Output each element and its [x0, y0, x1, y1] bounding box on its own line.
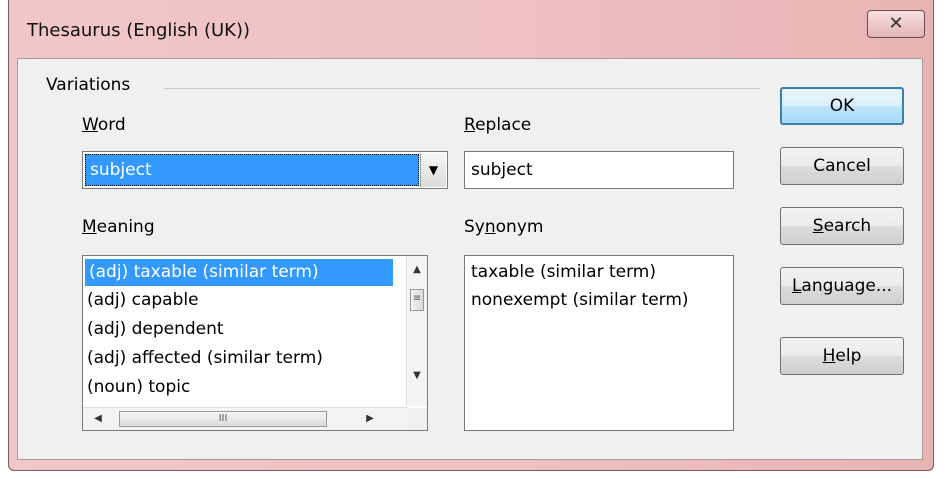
- arrow-down-icon[interactable]: ▼: [407, 370, 427, 381]
- synonym-label-start: Sy: [464, 217, 485, 237]
- language-button[interactable]: Language...: [780, 267, 904, 305]
- ok-button[interactable]: OK: [780, 87, 904, 125]
- synonym-label-rest: onym: [495, 217, 544, 237]
- arrow-up-icon[interactable]: ▲: [407, 264, 427, 275]
- meaning-label-rest: eaning: [96, 217, 155, 237]
- synonym-label: Synonym: [464, 217, 544, 237]
- word-label-rest: ord: [97, 115, 126, 135]
- vertical-scrollbar[interactable]: ▲ ≡ ▼: [406, 256, 427, 406]
- close-icon: ✕: [888, 13, 904, 34]
- synonym-listbox[interactable]: taxable (similar term) nonexempt (simila…: [464, 255, 734, 431]
- window-title: Thesaurus (English (UK)): [27, 20, 250, 41]
- replace-field[interactable]: subject: [464, 151, 734, 189]
- thesaurus-dialog: Thesaurus (English (UK)) ✕ Variations Wo…: [8, 0, 934, 471]
- list-item[interactable]: (adj) capable: [83, 286, 427, 315]
- word-combobox[interactable]: subject ▼: [82, 151, 448, 189]
- vertical-scroll-thumb[interactable]: ≡: [410, 289, 424, 311]
- meaning-listbox[interactable]: (adj) taxable (similar term) (adj) capab…: [82, 255, 428, 431]
- dialog-body: Variations Word subject ▼ Replace subjec…: [17, 58, 923, 460]
- list-item[interactable]: (noun) topic: [83, 373, 427, 402]
- title-bar: Thesaurus (English (UK)) ✕: [9, 0, 933, 60]
- arrow-left-icon[interactable]: ◀: [87, 408, 109, 430]
- arrow-right-icon[interactable]: ▶: [359, 408, 381, 430]
- group-divider: [164, 88, 760, 89]
- word-value[interactable]: subject: [85, 154, 419, 186]
- word-label: Word: [82, 115, 126, 135]
- list-item[interactable]: (adj) taxable (similar term): [85, 259, 393, 286]
- close-button[interactable]: ✕: [867, 10, 925, 38]
- search-button-rest: earch: [823, 216, 872, 236]
- meaning-label: Meaning: [82, 217, 155, 237]
- word-dropdown-button[interactable]: ▼: [420, 153, 446, 187]
- list-item[interactable]: (adj) dependent: [83, 315, 427, 344]
- cancel-button[interactable]: Cancel: [780, 147, 904, 185]
- list-item[interactable]: nonexempt (similar term): [471, 288, 733, 316]
- list-item[interactable]: (adj) affected (similar term): [83, 344, 427, 373]
- list-item[interactable]: taxable (similar term): [471, 260, 733, 288]
- scrollbar-corner: [407, 408, 427, 430]
- replace-label: Replace: [464, 115, 532, 135]
- replace-label-rest: eplace: [475, 115, 532, 135]
- language-button-rest: anguage...: [801, 276, 893, 296]
- help-button-rest: elp: [835, 346, 862, 366]
- chevron-down-icon: ▼: [428, 163, 439, 177]
- variations-group-label: Variations: [46, 75, 131, 95]
- horizontal-scroll-thumb[interactable]: III: [119, 411, 327, 427]
- help-button[interactable]: Help: [780, 337, 904, 375]
- horizontal-scrollbar[interactable]: ◀ III ▶: [83, 407, 408, 430]
- search-button[interactable]: Search: [780, 207, 904, 245]
